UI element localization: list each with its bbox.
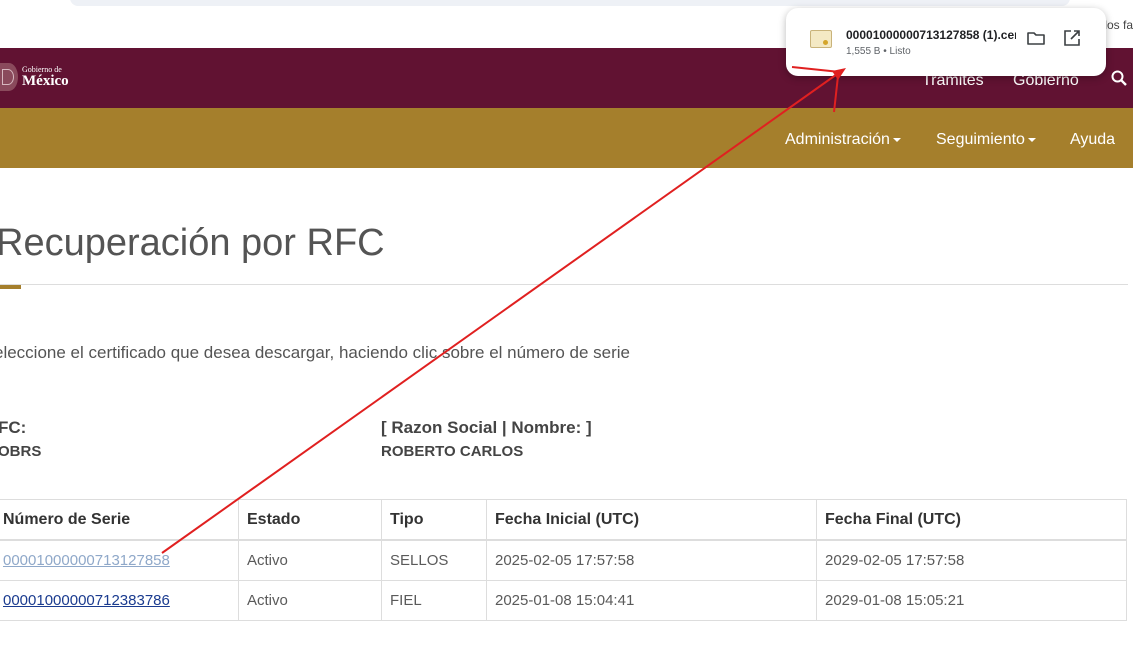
menu-seguimiento[interactable]: Seguimiento [936,131,1036,149]
search-icon[interactable] [1111,70,1127,86]
download-filename[interactable]: 00001000000713127858 (1).cer [846,28,1016,42]
folder-icon[interactable] [1026,28,1046,48]
cell-estado: Activo [238,539,382,581]
col-header-serial: Número de Serie [0,499,239,541]
cell-serial: 00001000000712383786 [0,580,239,621]
caret-down-icon [892,137,901,142]
caret-down-icon [1027,137,1036,142]
table-header-row: Número de Serie Estado Tipo Fecha Inicia… [0,499,1127,541]
col-header-estado: Estado [238,499,382,541]
table-row: 00001000000712383786 Activo FIEL 2025-01… [0,580,1127,621]
razon-social-label: [ Razon Social | Nombre: ] [381,418,592,437]
cell-serial: 00001000000713127858 [0,539,239,581]
cell-fecha-inicial: 2025-01-08 15:04:41 [486,580,817,621]
secondary-navbar: Administración Seguimiento Ayuda [0,108,1133,168]
col-header-fecha-inicial: Fecha Inicial (UTC) [486,499,817,541]
rfc-label: FC: [0,418,27,437]
col-header-tipo: Tipo [381,499,487,541]
download-popup: 00001000000713127858 (1).cer 1,555 B • L… [786,8,1106,76]
cell-fecha-final: 2029-02-05 17:57:58 [816,539,1127,581]
cell-fecha-inicial: 2025-02-05 17:57:58 [486,539,817,581]
bookmark-item[interactable]: los fa [1104,18,1133,32]
certificate-file-icon [810,30,832,48]
rfc-value: OBRS [0,443,42,460]
menu-administracion[interactable]: Administración [785,131,901,149]
seal-icon [0,63,18,91]
title-accent-bar [0,285,21,289]
cell-tipo: SELLOS [381,539,487,581]
menu-ayuda-label: Ayuda [1070,131,1116,148]
download-status: 1,555 B • Listo [846,46,911,57]
menu-ayuda[interactable]: Ayuda [1070,131,1115,149]
menu-seguimiento-label: Seguimiento [936,131,1025,148]
table-row: 00001000000713127858 Activo SELLOS 2025-… [0,539,1127,581]
address-bar[interactable] [70,0,1070,6]
menu-administracion-label: Administración [785,131,890,148]
cell-fecha-final: 2029-01-08 15:05:21 [816,580,1127,621]
certificates-table: Número de Serie Estado Tipo Fecha Inicia… [0,499,1127,621]
col-header-fecha-final: Fecha Final (UTC) [816,499,1127,541]
open-external-icon[interactable] [1062,28,1082,48]
serial-link[interactable]: 00001000000712383786 [3,592,170,609]
instructions-text: eleccione el certificado que desea desca… [0,343,630,362]
page-title: Recuperación por RFC [0,222,385,264]
logo-big-text: México [22,72,69,89]
cell-estado: Activo [238,580,382,621]
gobierno-logo[interactable]: Gobierno de México [0,60,69,94]
title-divider [0,284,1128,285]
serial-link[interactable]: 00001000000713127858 [3,552,170,569]
razon-social-value: ROBERTO CARLOS [381,443,524,460]
cell-tipo: FIEL [381,580,487,621]
